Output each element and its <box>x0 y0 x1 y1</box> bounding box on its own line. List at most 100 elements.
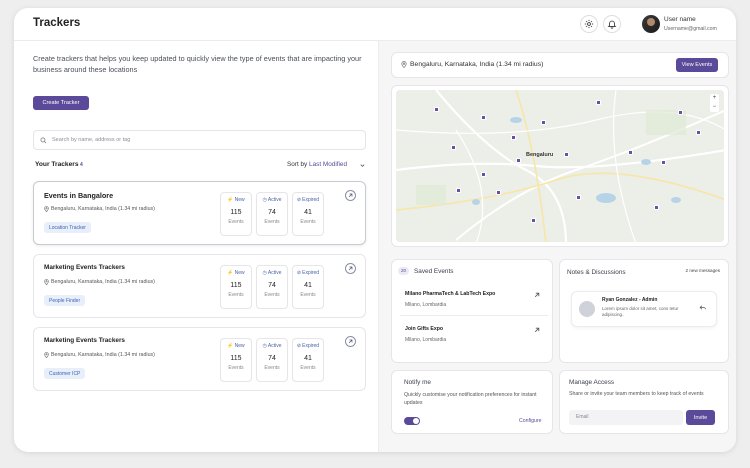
stat-new: ⚡ New 115 Events <box>220 338 252 382</box>
map-marker[interactable] <box>596 100 601 105</box>
map-marker[interactable] <box>696 130 701 135</box>
stat-label: Active <box>267 343 282 349</box>
map-marker[interactable] <box>661 160 666 165</box>
zoom-in-button[interactable]: + <box>710 94 719 103</box>
message-card[interactable]: Ryan Gonzalez - Admin Lorem ipsum dolor … <box>571 291 717 327</box>
stat-label: Active <box>267 197 282 203</box>
stat-label: Expired <box>302 343 320 349</box>
location-pin-icon <box>44 279 49 285</box>
map-marker[interactable] <box>456 188 461 193</box>
stat-active: ◷ Active 74 Events <box>256 192 288 236</box>
tracker-tag: Location Tracker <box>44 222 91 233</box>
chevron-down-icon[interactable] <box>359 162 366 169</box>
notify-description: Quickly customise your notification pref… <box>404 392 537 406</box>
map-zoom-control[interactable]: + − <box>710 94 719 112</box>
avatar <box>579 301 595 317</box>
access-description: Share or invite your team members to kee… <box>569 391 704 397</box>
map-marker[interactable] <box>511 135 516 140</box>
map-marker[interactable] <box>481 172 486 177</box>
tracker-tag: People Finder <box>44 295 86 306</box>
zoom-out-button[interactable]: − <box>710 103 719 112</box>
tracker-location: Bengaluru, Karnataka, India (1.34 mi rad… <box>44 206 155 212</box>
map-marker[interactable] <box>576 195 581 200</box>
access-title: Manage Access <box>569 379 615 386</box>
open-tracker-button[interactable] <box>345 190 356 201</box>
tracker-card[interactable]: Marketing Events Trackers Bengaluru, Kar… <box>33 254 366 318</box>
notify-toggle[interactable] <box>404 417 420 425</box>
arrow-up-right-icon[interactable] <box>534 292 540 298</box>
map-marker[interactable] <box>434 107 439 112</box>
arrow-up-right-icon[interactable] <box>534 327 540 333</box>
notify-panel: Notify me Quickly customise your notific… <box>391 370 553 434</box>
expired-icon: ⊘ <box>296 343 302 349</box>
tracker-card[interactable]: Events in Bangalore Bengaluru, Karnataka… <box>33 181 366 245</box>
saved-events-panel: 20 Saved Events Milano PharmaTech & LabT… <box>391 259 553 363</box>
saved-event-item[interactable]: Join Gifts Expo Milano, Lombardia <box>405 326 541 343</box>
search-icon <box>40 137 47 143</box>
lightning-icon: ⚡ <box>227 197 234 203</box>
map-marker[interactable] <box>496 190 501 195</box>
expired-icon: ⊘ <box>296 197 302 203</box>
map-marker[interactable] <box>564 152 569 157</box>
location-text: Bengaluru, Karnataka, India (1.34 mi rad… <box>401 61 543 68</box>
create-tracker-button[interactable]: Create Tracker <box>33 96 89 110</box>
sort-dropdown[interactable]: Sort by Last Modified <box>287 161 347 168</box>
map-marker[interactable] <box>451 145 456 150</box>
view-events-button[interactable]: View Events <box>676 58 718 72</box>
saved-events-title: Saved Events <box>414 268 454 275</box>
lightning-icon: ⚡ <box>227 270 234 276</box>
map-marker[interactable] <box>516 158 521 163</box>
location-pin-icon <box>44 206 49 212</box>
stat-unit: Events <box>228 219 244 225</box>
map-marker[interactable] <box>654 205 659 210</box>
map-marker[interactable] <box>531 218 536 223</box>
trackers-panel: Create trackers that helps you keep upda… <box>14 41 378 452</box>
stat-value: 74 <box>268 355 276 362</box>
stat-unit: Events <box>300 292 316 298</box>
map[interactable]: Bengaluru + − <box>396 90 724 242</box>
map-marker[interactable] <box>541 120 546 125</box>
stat-new: ⚡ New 115 Events <box>220 265 252 309</box>
bell-icon <box>607 20 617 29</box>
open-tracker-button[interactable] <box>345 263 356 274</box>
stat-label: Expired <box>302 270 320 276</box>
stat-label: New <box>234 270 245 276</box>
stat-value: 115 <box>230 209 242 216</box>
open-tracker-button[interactable] <box>345 336 356 347</box>
stat-active: ◷ Active 74 Events <box>256 338 288 382</box>
stat-value: 41 <box>304 355 312 362</box>
divider <box>400 315 548 316</box>
configure-link[interactable]: Configure <box>519 418 542 424</box>
access-panel: Manage Access Share or invite your team … <box>559 370 729 434</box>
timer-icon: ◷ <box>262 343 267 349</box>
stat-expired: ⊘ Expired 41 Events <box>292 338 324 382</box>
gear-icon <box>584 19 594 29</box>
stat-new: ⚡ New 115 Events <box>220 192 252 236</box>
notes-panel: Notes & Discussions 2 new messages Ryan … <box>559 259 729 363</box>
tracker-location-text: Bengaluru, Karnataka, India (1.34 mi rad… <box>51 279 155 285</box>
avatar[interactable] <box>642 15 660 33</box>
event-location: Milano, Lombardia <box>405 302 447 308</box>
saved-event-item[interactable]: Milano PharmaTech & LabTech Expo Milano, … <box>405 291 541 308</box>
stat-expired: ⊘ Expired 41 Events <box>292 265 324 309</box>
stat-value: 74 <box>268 282 276 289</box>
email-field[interactable]: Email <box>569 410 683 425</box>
stat-value: 74 <box>268 209 276 216</box>
location-label: Bengaluru, Karnataka, India (1.34 mi rad… <box>410 61 544 68</box>
map-marker[interactable] <box>678 110 683 115</box>
reply-icon[interactable] <box>699 304 706 311</box>
tracker-location-text: Bengaluru, Karnataka, India (1.34 mi rad… <box>51 352 155 358</box>
map-marker[interactable] <box>628 150 633 155</box>
app-window: Trackers User name Username@gmail.com Cr… <box>14 8 736 452</box>
tracker-location: Bengaluru, Karnataka, India (1.34 mi rad… <box>44 279 155 285</box>
page-title: Trackers <box>33 17 81 29</box>
stat-label: Active <box>267 270 282 276</box>
search-input[interactable]: Search by name, address or tag <box>33 130 366 150</box>
invite-button[interactable]: Invite <box>686 410 715 425</box>
map-marker[interactable] <box>481 115 486 120</box>
tracker-card[interactable]: Marketing Events Trackers Bengaluru, Kar… <box>33 327 366 391</box>
stat-value: 115 <box>230 282 242 289</box>
stat-unit: Events <box>300 365 316 371</box>
settings-button[interactable] <box>580 15 598 33</box>
notifications-button[interactable] <box>603 15 621 33</box>
